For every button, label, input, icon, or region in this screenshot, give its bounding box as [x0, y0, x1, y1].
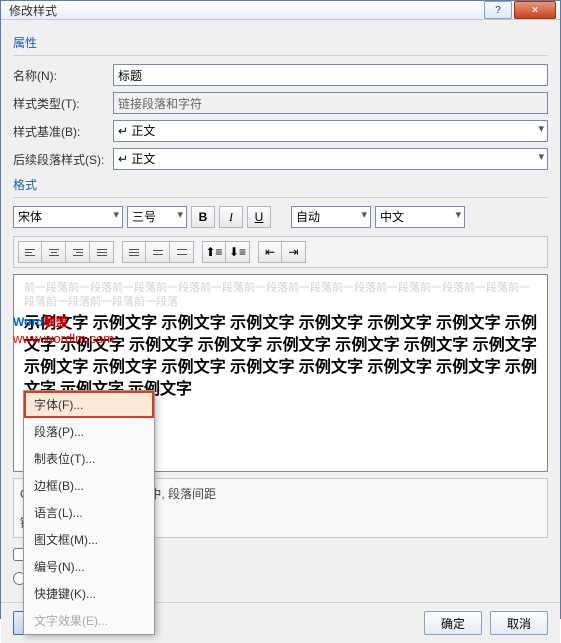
menu-font[interactable]: 字体(F)... [24, 391, 154, 418]
lang-select[interactable]: 中文 [375, 206, 465, 228]
align-left-icon[interactable] [18, 241, 42, 263]
section-format: 格式 [13, 176, 548, 193]
next-label: 后续段落样式(S): [13, 151, 113, 168]
menu-language[interactable]: 语言(L)... [24, 499, 154, 526]
dialog-content: 属性 名称(N): 样式类型(T): 链接段落和字符 样式基准(B): ↵ 正文… [1, 20, 560, 602]
preview-sample: 示例文字 示例文字 示例文字 示例文字 示例文字 示例文字 示例文字 示例文字 … [24, 313, 537, 401]
ok-button[interactable]: 确定 [424, 611, 482, 635]
menu-frame[interactable]: 图文框(M)... [24, 526, 154, 553]
spacing-15-icon[interactable] [146, 241, 170, 263]
paragraph-toolbar: ⬆≡ ⬇≡ ⇤ ⇥ [13, 236, 548, 268]
menu-numbering[interactable]: 编号(N)... [24, 553, 154, 580]
italic-button[interactable]: I [219, 206, 243, 228]
style-type-select: 链接段落和字符 [113, 92, 548, 114]
underline-button[interactable]: U [247, 206, 271, 228]
color-select[interactable]: 自动 [291, 206, 371, 228]
format-toolbar: 宋体 三号 B I U 自动 中文 [13, 206, 548, 228]
menu-shortcut[interactable]: 快捷键(K)... [24, 580, 154, 607]
align-center-icon[interactable] [42, 241, 66, 263]
dialog-title: 修改样式 [9, 2, 484, 19]
menu-border[interactable]: 边框(B)... [24, 472, 154, 499]
bold-button[interactable]: B [191, 206, 215, 228]
preview-ghost: 前一段落前一段落前一段落前一段落前一段落前一段落前一段落前一段落前一段落前一段落… [24, 281, 537, 309]
section-properties: 属性 [13, 34, 548, 51]
space-after-icon[interactable]: ⬇≡ [226, 241, 250, 263]
close-button[interactable]: × [514, 1, 556, 19]
align-right-icon[interactable] [66, 241, 90, 263]
help-button[interactable]: ? [484, 1, 512, 19]
size-select[interactable]: 三号 [127, 206, 187, 228]
modify-style-dialog: 修改样式 ? × 属性 名称(N): 样式类型(T): 链接段落和字符 样式基准… [0, 0, 561, 619]
type-label: 样式类型(T): [13, 95, 113, 112]
cancel-button[interactable]: 取消 [490, 611, 548, 635]
indent-increase-icon[interactable]: ⇥ [282, 241, 306, 263]
align-justify-icon[interactable] [90, 241, 114, 263]
space-before-icon[interactable]: ⬆≡ [202, 241, 226, 263]
menu-paragraph[interactable]: 段落(P)... [24, 418, 154, 445]
titlebar: 修改样式 ? × [1, 1, 560, 20]
format-context-menu: 字体(F)... 段落(P)... 制表位(T)... 边框(B)... 语言(… [23, 390, 155, 635]
base-label: 样式基准(B): [13, 123, 113, 140]
divider [13, 55, 548, 56]
indent-decrease-icon[interactable]: ⇤ [258, 241, 282, 263]
spacing-1-icon[interactable] [122, 241, 146, 263]
style-base-select[interactable]: ↵ 正文 [113, 120, 548, 142]
menu-tabs[interactable]: 制表位(T)... [24, 445, 154, 472]
divider [13, 197, 548, 198]
name-label: 名称(N): [13, 67, 113, 84]
menu-text-effects: 文字效果(E)... [24, 607, 154, 634]
name-input[interactable] [113, 64, 548, 86]
next-style-select[interactable]: ↵ 正文 [113, 148, 548, 170]
font-select[interactable]: 宋体 [13, 206, 123, 228]
spacing-2-icon[interactable] [170, 241, 194, 263]
